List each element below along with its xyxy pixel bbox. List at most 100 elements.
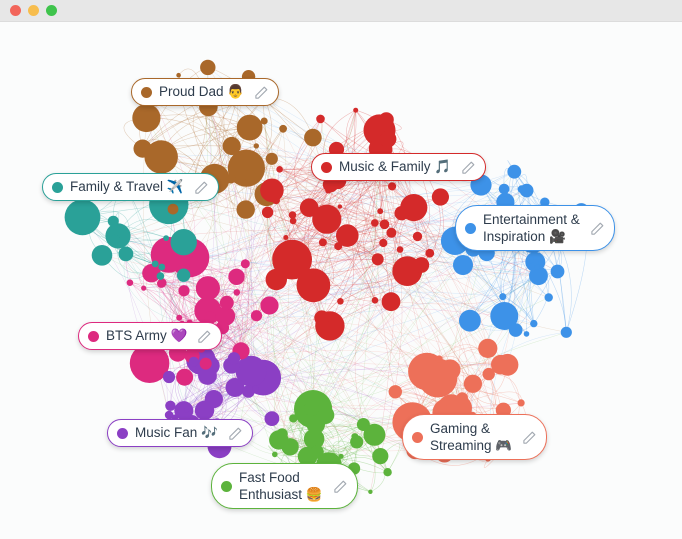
graph-node[interactable] bbox=[453, 255, 473, 275]
graph-node[interactable] bbox=[296, 268, 331, 303]
graph-node[interactable] bbox=[396, 246, 404, 253]
graph-node[interactable] bbox=[64, 199, 101, 236]
graph-node[interactable] bbox=[338, 453, 344, 459]
graph-node[interactable] bbox=[337, 204, 343, 209]
graph-node[interactable] bbox=[133, 139, 152, 158]
graph-node[interactable] bbox=[478, 338, 498, 358]
graph-node[interactable] bbox=[299, 198, 319, 217]
graph-node[interactable] bbox=[272, 196, 280, 205]
graph-node[interactable] bbox=[118, 246, 134, 262]
graph-node[interactable] bbox=[170, 229, 197, 256]
graph-node[interactable] bbox=[498, 183, 510, 195]
graph-node[interactable] bbox=[418, 407, 424, 413]
cluster-label-proud-dad[interactable]: Proud Dad 👨 bbox=[131, 78, 280, 106]
graph-node[interactable] bbox=[544, 293, 553, 302]
graph-node[interactable] bbox=[459, 309, 481, 332]
pencil-icon[interactable] bbox=[197, 329, 212, 344]
graph-node[interactable] bbox=[252, 385, 259, 393]
graph-node[interactable] bbox=[360, 420, 369, 429]
graph-node[interactable] bbox=[184, 407, 190, 413]
graph-node[interactable] bbox=[260, 296, 279, 315]
graph-node[interactable] bbox=[253, 143, 259, 149]
graph-node[interactable] bbox=[227, 352, 241, 365]
graph-node[interactable] bbox=[283, 235, 289, 240]
pencil-icon[interactable] bbox=[228, 426, 243, 441]
graph-node[interactable] bbox=[371, 219, 379, 227]
graph-node[interactable] bbox=[176, 72, 181, 78]
pencil-icon[interactable] bbox=[254, 85, 269, 100]
graph-node[interactable] bbox=[435, 355, 443, 363]
graph-node[interactable] bbox=[132, 103, 161, 133]
graph-node[interactable] bbox=[141, 285, 147, 291]
graph-node[interactable] bbox=[176, 268, 191, 282]
graph-node[interactable] bbox=[178, 285, 190, 297]
cluster-label-entertainment-inspiration[interactable]: Entertainment & Inspiration 🎥 bbox=[455, 205, 615, 251]
graph-node[interactable] bbox=[158, 263, 166, 271]
graph-node[interactable] bbox=[225, 378, 245, 397]
graph-node[interactable] bbox=[499, 293, 507, 301]
graph-node[interactable] bbox=[316, 114, 325, 124]
graph-node[interactable] bbox=[240, 259, 250, 269]
graph-node[interactable] bbox=[289, 217, 297, 225]
graph-node[interactable] bbox=[379, 130, 397, 148]
graph-node[interactable] bbox=[498, 195, 508, 205]
graph-node[interactable] bbox=[260, 178, 284, 203]
graph-node[interactable] bbox=[156, 272, 165, 280]
graph-node[interactable] bbox=[325, 187, 332, 194]
graph-node[interactable] bbox=[199, 357, 212, 370]
cluster-label-music-family[interactable]: Music & Family 🎵 bbox=[311, 153, 487, 181]
graph-node[interactable] bbox=[91, 245, 113, 266]
graph-node[interactable] bbox=[368, 489, 373, 494]
graph-node[interactable] bbox=[188, 356, 199, 367]
cluster-label-family-travel[interactable]: Family & Travel ✈️ bbox=[42, 173, 219, 201]
graph-node[interactable] bbox=[250, 310, 263, 322]
graph-node[interactable] bbox=[244, 169, 256, 182]
graph-node[interactable] bbox=[425, 248, 435, 258]
graph-node[interactable] bbox=[157, 278, 167, 288]
graph-node[interactable] bbox=[176, 314, 183, 321]
graph-node[interactable] bbox=[314, 310, 330, 326]
graph-node[interactable] bbox=[289, 414, 298, 423]
graph-node[interactable] bbox=[151, 260, 159, 268]
graph-node[interactable] bbox=[185, 264, 190, 269]
network-graph[interactable] bbox=[0, 22, 682, 519]
graph-node[interactable] bbox=[272, 451, 278, 458]
graph-node[interactable] bbox=[351, 433, 359, 441]
graph-node[interactable] bbox=[310, 445, 324, 459]
graph-node[interactable] bbox=[530, 319, 538, 328]
graph-node[interactable] bbox=[413, 257, 430, 273]
graph-node[interactable] bbox=[304, 128, 322, 147]
graph-node[interactable] bbox=[534, 264, 540, 270]
graph-node[interactable] bbox=[167, 203, 179, 215]
graph-canvas[interactable]: Proud Dad 👨 Family & Travel ✈️ Music & Fam… bbox=[0, 22, 682, 519]
graph-node[interactable] bbox=[371, 253, 384, 266]
graph-node[interactable] bbox=[110, 234, 120, 244]
graph-node[interactable] bbox=[482, 367, 495, 381]
graph-node[interactable] bbox=[412, 231, 423, 242]
graph-node[interactable] bbox=[264, 411, 280, 426]
graph-node[interactable] bbox=[383, 468, 392, 477]
graph-node[interactable] bbox=[523, 331, 530, 337]
graph-node[interactable] bbox=[353, 107, 359, 113]
graph-node[interactable] bbox=[394, 206, 409, 221]
graph-node[interactable] bbox=[204, 390, 223, 409]
graph-node[interactable] bbox=[465, 384, 470, 390]
graph-node[interactable] bbox=[507, 164, 522, 179]
graph-node[interactable] bbox=[379, 219, 390, 230]
graph-node[interactable] bbox=[508, 323, 523, 337]
cluster-label-music-fan[interactable]: Music Fan 🎶 bbox=[107, 419, 253, 447]
graph-node[interactable] bbox=[165, 400, 176, 411]
graph-node[interactable] bbox=[388, 182, 397, 191]
cluster-label-bts-army[interactable]: BTS Army 💜 bbox=[78, 322, 223, 350]
close-button[interactable] bbox=[10, 5, 21, 16]
graph-node[interactable] bbox=[222, 136, 241, 156]
graph-node[interactable] bbox=[265, 152, 278, 165]
graph-node[interactable] bbox=[304, 403, 311, 410]
graph-node[interactable] bbox=[200, 59, 216, 76]
graph-node[interactable] bbox=[126, 279, 134, 287]
pencil-icon[interactable] bbox=[461, 160, 476, 175]
graph-node[interactable] bbox=[550, 264, 565, 279]
graph-node[interactable] bbox=[379, 238, 388, 248]
graph-node[interactable] bbox=[538, 260, 544, 266]
graph-node[interactable] bbox=[463, 374, 482, 393]
